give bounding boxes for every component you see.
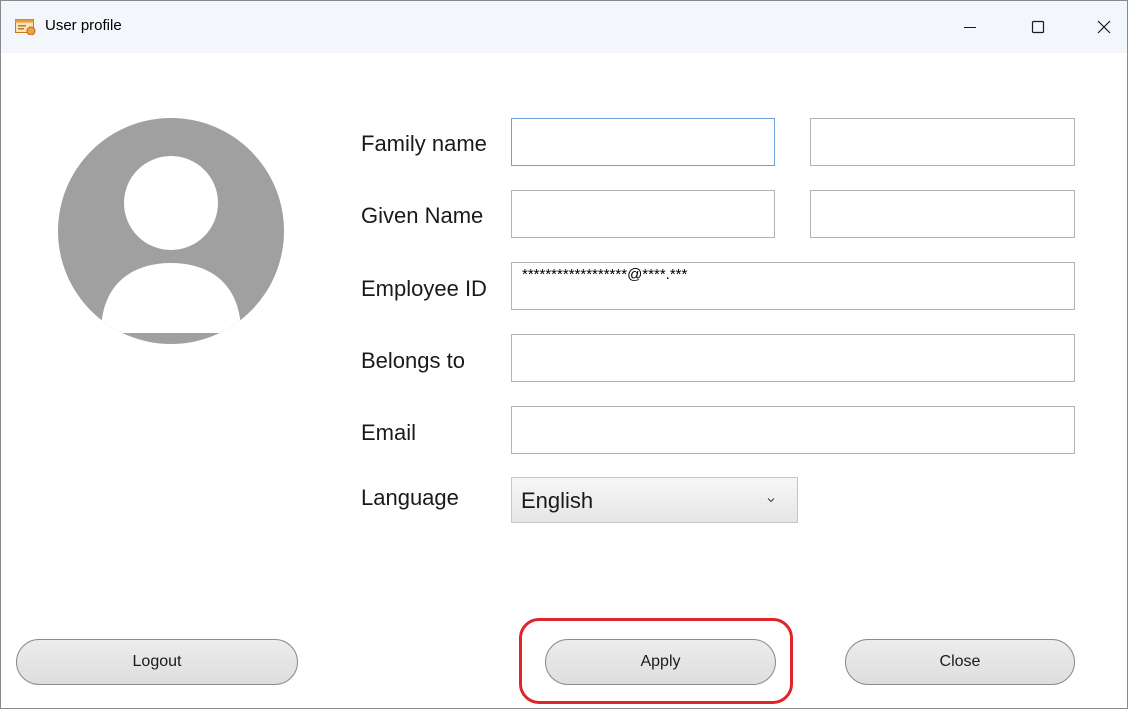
given-name-label: Given Name: [361, 203, 484, 228]
minimize-button[interactable]: [947, 1, 993, 53]
close-button[interactable]: Close: [845, 639, 1075, 685]
maximize-button[interactable]: [1015, 1, 1061, 53]
apply-button[interactable]: Apply: [545, 639, 776, 685]
user-profile-window: User profile Family name Given Name Empl…: [0, 0, 1128, 709]
given-name-input-secondary[interactable]: [810, 190, 1075, 238]
chevron-down-icon: [767, 498, 775, 503]
family-name-input-secondary[interactable]: [810, 118, 1075, 166]
logout-button[interactable]: Logout: [16, 639, 298, 685]
email-label: Email: [361, 420, 417, 445]
close-window-button[interactable]: [1081, 1, 1127, 53]
maximize-icon: [1031, 20, 1045, 34]
user-avatar-icon: [58, 118, 284, 344]
language-select[interactable]: English: [511, 477, 798, 523]
employee-id-label: Employee ID: [361, 276, 487, 301]
given-name-input[interactable]: [511, 190, 775, 238]
window-title: User profile: [45, 17, 122, 34]
family-name-input[interactable]: [511, 118, 775, 166]
language-selected-value: English: [521, 488, 594, 513]
employee-id-input[interactable]: ******************@****.***: [511, 262, 1075, 310]
title-bar[interactable]: User profile: [1, 1, 1127, 53]
belongs-to-input[interactable]: [511, 334, 1075, 382]
language-label: Language: [361, 485, 459, 510]
minimize-icon: [964, 27, 976, 28]
app-window-icon: [15, 19, 36, 35]
belongs-to-label: Belongs to: [361, 348, 465, 373]
email-input[interactable]: [511, 406, 1075, 454]
family-name-label: Family name: [361, 131, 487, 156]
close-icon: [1097, 20, 1111, 34]
